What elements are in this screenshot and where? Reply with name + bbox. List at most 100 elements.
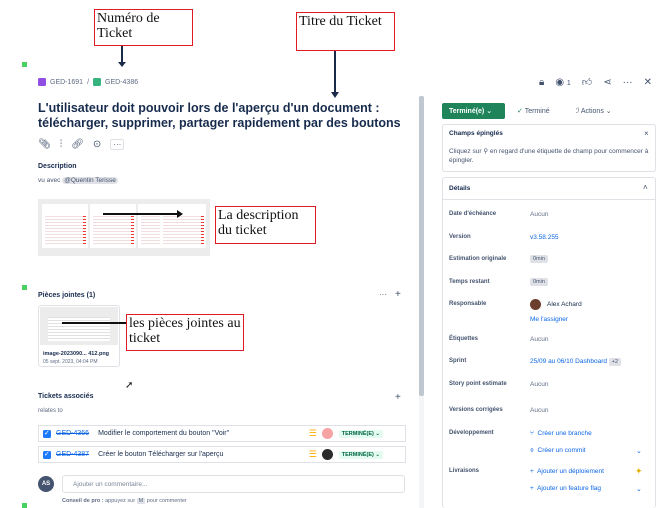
issue-title[interactable]: L'utilisateur doit pouvoir lors de l'ape… — [38, 101, 418, 131]
field-label: Date d'échéance — [449, 211, 497, 217]
linked-issue-row[interactable]: GED-4366 Modifier le comportement du bou… — [38, 425, 406, 442]
description-label: Description — [38, 163, 77, 170]
tip-bold: Conseil de pro : — [62, 498, 104, 504]
field-value[interactable]: 0min — [530, 255, 548, 263]
linked-key[interactable]: GED-4387 — [56, 451, 89, 458]
field-label: Estimation originale — [449, 256, 507, 262]
annotation-arrow — [62, 322, 126, 324]
annotation-arrow — [334, 51, 336, 93]
attachments-more-icon[interactable]: ··· — [379, 290, 387, 299]
task-icon — [43, 450, 51, 459]
mention[interactable]: @Quentin Terisse — [62, 177, 118, 184]
field-value[interactable]: 0min — [530, 278, 548, 286]
sprint-name: 25/09 au 06/10 Dashboard — [530, 358, 607, 365]
field-value[interactable]: Aucun — [530, 407, 548, 414]
linked-issue-row[interactable]: GED-4387 Créer le bouton Télécharger sur… — [38, 446, 406, 463]
description-text[interactable]: vu avec @Quentin Terisse — [38, 177, 118, 184]
marker — [22, 285, 27, 290]
checklist-icon[interactable]: ⊙ — [93, 139, 101, 150]
field-label: Sprint — [449, 358, 467, 364]
create-commit-link[interactable]: ⌽ Créer un commit — [530, 447, 586, 455]
sprint-value[interactable]: 25/09 au 06/10 Dashboard +2 — [530, 358, 622, 366]
annotation-attachments: les pièces jointes au ticket — [126, 314, 244, 351]
chevron-down-icon[interactable]: ⌄ — [636, 485, 642, 493]
lock-icon[interactable]: 🔒︎ — [539, 77, 544, 88]
child-issue-icon[interactable]: ⫶ — [60, 139, 63, 150]
story-icon — [93, 78, 102, 86]
linked-summary[interactable]: Créer le bouton Télécharger sur l'aperçu — [98, 451, 223, 458]
field-value[interactable]: Aucun — [530, 381, 548, 388]
assign-to-me-link[interactable]: Me l'assigner — [530, 316, 568, 323]
description-image[interactable] — [38, 199, 210, 256]
attach-icon[interactable]: 📎︎ — [38, 139, 51, 150]
plus-icon: + — [530, 485, 534, 492]
divider — [442, 199, 656, 200]
tip-text-1: appuyez sur — [105, 498, 136, 504]
create-branch-link[interactable]: ⑂ Créer une branche — [530, 430, 592, 437]
annotation-ticket-title: Titre du Ticket — [296, 12, 395, 51]
scrollbar[interactable] — [419, 96, 424, 396]
actions-menu[interactable]: ℐ Actions ⌄ — [576, 107, 612, 115]
attachment-date: 05 sept. 2023, 04:04 PM — [43, 359, 98, 365]
priority-medium-icon: ☰ — [308, 449, 317, 459]
breadcrumb-parent[interactable]: GED-1691 — [50, 79, 83, 86]
chevron-down-icon[interactable]: ⌄ — [636, 447, 642, 455]
check-icon: ✓ — [517, 108, 523, 115]
field-label: Livraisons — [449, 468, 480, 474]
field-label: Story point estimate — [449, 381, 507, 387]
status-badge[interactable]: TERMINÉ(E) ⌄ — [338, 450, 383, 459]
annotation-arrowhead — [177, 210, 183, 218]
field-label: Étiquettes — [449, 336, 479, 342]
sparkle-icon[interactable]: ✦ — [635, 466, 643, 477]
attachment-card[interactable]: image-2023090... 412.png 05 sept. 2023, … — [38, 305, 120, 367]
marker — [22, 62, 27, 67]
comment-tip: Conseil de pro : appuyez sur M pour comm… — [62, 498, 187, 504]
share-icon[interactable]: ⋖ — [603, 77, 611, 88]
like-icon[interactable]: 👍︎ — [582, 76, 592, 88]
field-value[interactable]: v3.58.255 — [530, 234, 559, 241]
actions-label: Actions — [580, 108, 604, 115]
add-attachment-icon[interactable]: + — [395, 289, 401, 300]
tip-text-2: pour commenter — [146, 498, 187, 504]
marker — [22, 503, 27, 508]
actions-icon: ℐ — [576, 108, 580, 115]
assignee-name[interactable]: Alex Achard — [547, 301, 582, 308]
resolution-label: Terminé — [524, 108, 550, 115]
chevron-up-icon[interactable]: ˄ — [643, 183, 648, 192]
status-button[interactable]: Terminé(e) ⌄ — [442, 103, 505, 119]
comment-input[interactable]: Ajouter un commentaire... — [62, 475, 405, 493]
linked-summary[interactable]: Modifier le comportement du bouton "Voir… — [98, 430, 229, 437]
link-icon[interactable]: 🔗︎ — [71, 139, 84, 150]
plus-icon: + — [530, 468, 534, 475]
status-badge[interactable]: TERMINÉ(E) ⌄ — [338, 429, 383, 438]
field-value[interactable]: Aucun — [530, 211, 548, 218]
create-branch-label: Créer une branche — [537, 430, 592, 437]
annotation-arrow — [103, 213, 179, 215]
linked-key[interactable]: GED-4366 — [56, 430, 89, 437]
add-deployment-link[interactable]: + Ajouter un déploiement — [530, 468, 604, 475]
thumb — [42, 204, 88, 248]
close-icon[interactable]: ✕ — [644, 77, 652, 88]
annotation-arrowhead — [118, 62, 126, 67]
annotation-ticket-number: Numéro de Ticket — [94, 9, 193, 46]
description-prefix: vu avec — [38, 177, 61, 184]
thumb — [160, 204, 206, 248]
add-feature-flag-link[interactable]: + Ajouter un feature flag — [530, 485, 601, 492]
pinned-text: Cliquez sur ⚲ en regard d'une étiquette … — [449, 148, 649, 164]
watch-icon[interactable]: ◉ 1 — [555, 77, 570, 88]
more-icon[interactable]: ··· — [623, 77, 633, 88]
breadcrumb: GED-1691 / GED-4386 — [38, 78, 138, 86]
field-label: Temps restant — [449, 279, 490, 285]
assignee-avatar — [530, 299, 541, 310]
close-icon[interactable]: × — [644, 129, 649, 138]
breadcrumb-separator: / — [87, 78, 90, 86]
field-value[interactable]: Aucun — [530, 336, 548, 343]
more-actions-icon[interactable]: ··· — [110, 139, 125, 150]
issue-toolbar: 🔒︎ ◉ 1 👍︎ ⋖ ··· ✕ — [539, 76, 652, 89]
epic-icon — [38, 78, 46, 86]
cursor-icon: ➚ — [125, 380, 134, 391]
breadcrumb-current[interactable]: GED-4386 — [105, 79, 138, 86]
add-link-icon[interactable]: + — [395, 392, 401, 403]
resolution: ✓ Terminé — [517, 107, 550, 115]
avatar — [321, 428, 333, 439]
